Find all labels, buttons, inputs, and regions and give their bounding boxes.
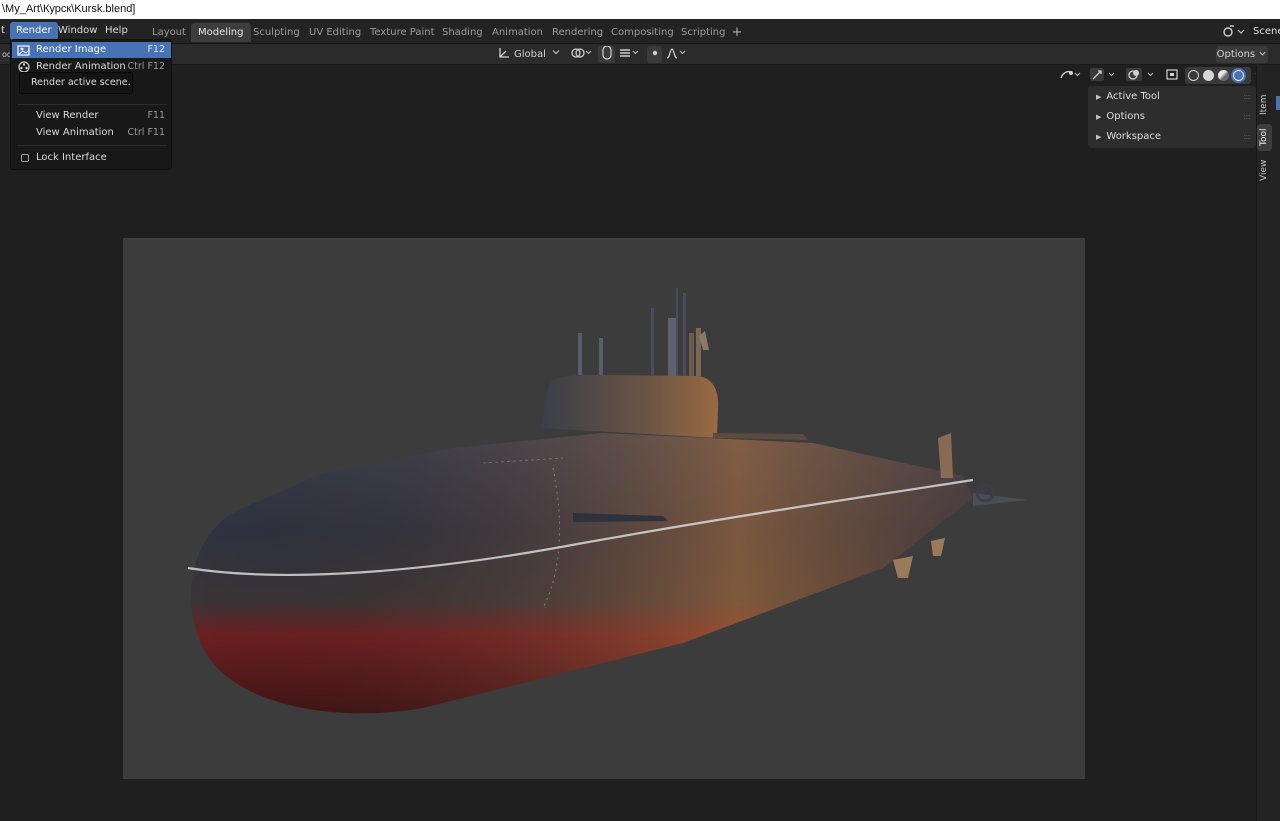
tab-tool[interactable]: Tool (1257, 124, 1272, 151)
tab-uv-editing[interactable]: UV Editing (302, 23, 368, 42)
menu-window[interactable]: Window (52, 22, 103, 40)
view-render-shortcut: F11 (147, 110, 165, 121)
render-image-shortcut: F12 (147, 44, 165, 55)
snap-target-icon[interactable] (617, 46, 643, 63)
add-workspace-button[interactable]: + (729, 23, 745, 42)
panel-workspace-label: Workspace (1106, 131, 1162, 142)
snap-toggle-icon[interactable] (598, 45, 615, 63)
menu-item-lock-interface[interactable]: Lock Interface (12, 150, 171, 166)
falloff-icon[interactable] (664, 46, 690, 63)
tab-rendering[interactable]: Rendering (545, 23, 610, 42)
drag-grip-icon[interactable]: :::: (1243, 87, 1251, 107)
tab-sculpting[interactable]: Sculpting (246, 23, 307, 42)
view-animation-label: View Animation (36, 127, 114, 138)
options-label: Options (1216, 49, 1256, 60)
tab-scripting[interactable]: Scripting (674, 23, 732, 42)
menu-item-render-image[interactable]: Render Image F12 (12, 42, 171, 58)
submarine-model-image (187, 288, 1028, 714)
menu-separator (17, 145, 167, 146)
tab-shading[interactable]: Shading (435, 23, 490, 42)
xray-toggle-icon[interactable] (1163, 67, 1181, 84)
tab-view[interactable]: View (1257, 155, 1272, 185)
tab-texture-paint[interactable]: Texture Paint (363, 23, 442, 42)
tab-item[interactable]: Item (1257, 90, 1272, 120)
panel-active-tool[interactable]: ▶ Active Tool :::: (1088, 87, 1256, 107)
transform-orientation-dropdown[interactable]: Global (514, 46, 548, 63)
drag-grip-icon[interactable]: :::: (1243, 107, 1251, 127)
menu-item-view-animation[interactable]: View Animation Ctrl F11 (12, 125, 171, 141)
panel-options-label: Options (1106, 111, 1145, 122)
render-menu-dropdown: Render Image F12 Render Animation Ctrl F… (10, 39, 172, 170)
panel-active-tool-label: Active Tool (1106, 91, 1160, 102)
gizmo-toggle-icon[interactable] (1088, 67, 1120, 84)
transform-orientation-icon[interactable] (496, 46, 512, 63)
disclosure-triangle-icon: ▶ (1096, 133, 1102, 141)
scene-selector-icon[interactable] (1221, 23, 1247, 40)
chevron-down-icon[interactable] (550, 46, 562, 63)
menu-separator (17, 104, 167, 105)
lock-interface-checkbox[interactable] (21, 154, 29, 162)
render-tooltip: Render active scene. (19, 72, 133, 94)
wireframe-shading-icon[interactable] (1188, 70, 1199, 81)
rendered-shading-icon[interactable] (1233, 70, 1244, 81)
menu-render[interactable]: Render (10, 22, 58, 40)
lock-interface-label: Lock Interface (36, 152, 107, 163)
viewport-header: od Global Options (0, 44, 1280, 65)
options-dropdown[interactable]: Options (1216, 46, 1268, 63)
tab-animation[interactable]: Animation (485, 23, 550, 42)
shading-mode-group (1185, 67, 1251, 84)
render-image-label: Render Image (36, 44, 107, 55)
render-animation-label: Render Animation (36, 61, 126, 72)
overlays-toggle-icon[interactable] (1124, 67, 1158, 84)
tab-compositing[interactable]: Compositing (604, 23, 681, 42)
window-title: \My_Art\Курск\Kursk.blend] (0, 0, 1280, 19)
disclosure-triangle-icon: ▶ (1096, 113, 1102, 121)
view-render-label: View Render (36, 110, 99, 121)
panel-workspace[interactable]: ▶ Workspace :::: (1088, 127, 1256, 147)
material-preview-icon[interactable] (1218, 70, 1229, 81)
disclosure-triangle-icon: ▶ (1096, 93, 1102, 101)
panel-options[interactable]: ▶ Options :::: (1088, 107, 1256, 127)
scene-name[interactable]: Scene (1250, 23, 1280, 40)
tab-modeling[interactable]: Modeling (191, 23, 251, 42)
view-animation-shortcut: Ctrl F11 (127, 127, 165, 138)
camera-view-frame (123, 238, 1085, 779)
proportional-editing-icon[interactable] (647, 46, 662, 63)
render-animation-shortcut: Ctrl F12 (127, 61, 165, 72)
drag-grip-icon[interactable]: :::: (1243, 127, 1251, 147)
strip-accent (1276, 96, 1280, 110)
menu-help[interactable]: Help (99, 22, 134, 40)
menu-item-view-render[interactable]: View Render F11 (12, 108, 171, 124)
solid-shading-icon[interactable] (1203, 70, 1214, 81)
view-object-types-icon[interactable] (1057, 67, 1083, 84)
pivot-point-icon[interactable] (568, 46, 594, 63)
top-bar: t Render Window Help Layout Modeling Scu… (0, 19, 1280, 44)
sidebar-tool-panel: ▶ Active Tool :::: ▶ Options :::: ▶ Workspa… (1088, 86, 1256, 148)
